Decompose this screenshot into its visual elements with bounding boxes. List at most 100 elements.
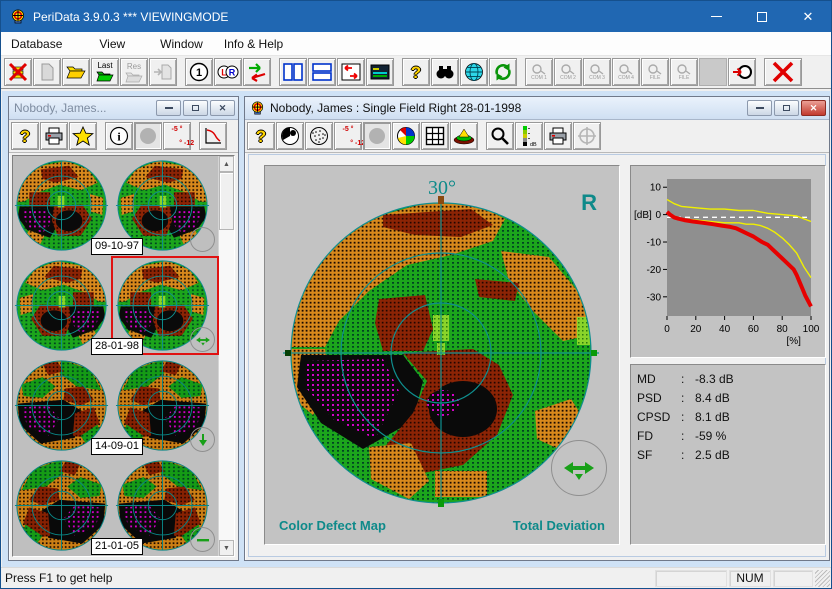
field-values-button[interactable]: -5 ° ° -12 [334,122,362,150]
menu-info-help[interactable]: Info & Help [213,34,294,54]
star-icon [72,126,94,146]
fixation-button-disabled[interactable] [573,122,601,150]
import-button-disabled[interactable] [149,58,177,86]
stat-sep: : [681,446,695,465]
resize-grip[interactable] [815,570,830,587]
com-device-icon [560,64,576,75]
web-button[interactable] [460,58,488,86]
application-window: PeriData 3.9.0.3 *** VIEWINGMODE ✕ Datab… [0,0,832,589]
exam-date-label: 28-01-98 [91,338,143,355]
exit-button[interactable] [764,58,802,86]
single-field-minimize-button[interactable] [747,100,772,116]
overview-help-button[interactable]: ? [11,122,39,150]
overview-titlebar[interactable]: Nobody, James... ✕ [9,97,238,120]
res-label: Res [127,63,141,71]
svg-text:[dB]: [dB] [634,210,652,221]
scroll-thumb[interactable] [219,172,234,230]
hill-3d-icon [453,127,475,145]
scroll-down-button[interactable]: ▼ [219,540,234,556]
left-right-button[interactable]: L R [214,58,242,86]
grayscale-map-button[interactable] [276,122,304,150]
switch-eye-button[interactable] [243,58,271,86]
exam-date-label: 21-01-05 [91,538,143,555]
graymap2-button[interactable] [363,122,391,150]
search-button[interactable] [431,58,459,86]
menu-view[interactable]: View [88,34,149,54]
open-button[interactable] [62,58,90,86]
com1-button-disabled[interactable]: COM 1 [525,58,553,86]
scroll-track[interactable] [219,230,234,540]
svg-text:-30: -30 [647,292,662,303]
overview-scrollbar[interactable]: ▲ ▼ [218,156,234,556]
grid-view-button[interactable] [421,122,449,150]
svg-text:80: 80 [777,324,789,335]
scale-button[interactable]: dB [515,122,543,150]
app-toolbar: Last Res 1 [1,55,831,89]
file-export-button-disabled[interactable]: FILE [670,58,698,86]
com3-button-disabled[interactable]: COM 3 [583,58,611,86]
zoom-button[interactable] [486,122,514,150]
dot-map-button[interactable] [305,122,333,150]
open-result-button-disabled[interactable]: Res [120,58,148,86]
stat-value: 2.5 dB [695,446,730,465]
tile-horizontal-button[interactable] [308,58,336,86]
overview-minimize-button[interactable] [156,100,181,116]
open-last-button[interactable]: Last [91,58,119,86]
gray-circle-icon [367,126,387,146]
overview-values-button[interactable]: -5 ° ° -12 [163,122,191,150]
overview-print-button[interactable] [40,122,68,150]
overview-close-button[interactable]: ✕ [210,100,235,116]
com4-label: COM 4 [618,76,634,81]
hill-of-vision-button[interactable] [450,122,478,150]
scroll-up-button[interactable]: ▲ [219,156,234,172]
help-icon: ? [411,64,421,81]
overview-graymap-button[interactable] [134,122,162,150]
left-right-icon: L R [217,63,239,81]
app-minimize-button[interactable] [693,1,739,32]
field-map-panel: 30° R [264,165,620,545]
app-maximize-button[interactable] [739,1,785,32]
tile-vertical-button[interactable] [279,58,307,86]
blank-button[interactable] [699,58,727,86]
field-print-button[interactable] [544,122,572,150]
com4-button-disabled[interactable]: COM 4 [612,58,640,86]
new-record-button-disabled[interactable] [33,58,61,86]
single-field-restore-button[interactable] [774,100,799,116]
single-field-button[interactable]: 1 [185,58,213,86]
cascade-windows-button[interactable] [337,58,365,86]
overview-info-button[interactable]: i [105,122,133,150]
app-close-button[interactable]: ✕ [785,1,831,32]
app-title: PeriData 3.9.0.3 *** VIEWINGMODE [33,10,693,24]
field-help-button[interactable]: ? [247,122,275,150]
close-database-button[interactable] [4,58,32,86]
overview-restore-button[interactable] [183,100,208,116]
overview-toolbar: ? [9,120,238,153]
stat-cpsd: CPSD : 8.1 dB [637,408,825,427]
svg-text:20: 20 [690,324,702,335]
status-window-icon [370,64,390,80]
svg-text:0: 0 [655,210,661,221]
status-window-button[interactable] [366,58,394,86]
tile-vertical-icon [283,63,303,81]
single-field-body: 30° R [248,154,826,557]
file-device-icon [647,64,663,75]
overview-favorite-button[interactable] [69,122,97,150]
device-login-button[interactable] [728,58,756,86]
single-field-titlebar[interactable]: Nobody, James : Single Field Right 28-01… [245,97,829,120]
values-bottom: ° -12 [179,140,194,147]
row-indicator [190,227,215,252]
app-icon [10,9,26,25]
menu-window[interactable]: Window [149,34,213,54]
file-import-button-disabled[interactable]: FILE [641,58,669,86]
single-field-close-button[interactable]: ✕ [801,100,826,116]
color-map-button[interactable] [392,122,420,150]
stat-psd: PSD : 8.4 dB [637,389,825,408]
menu-database[interactable]: Database [1,34,88,54]
com2-button-disabled[interactable]: COM 2 [554,58,582,86]
svg-text:0: 0 [664,324,670,335]
status-num-indicator: NUM [729,570,771,587]
menubar: Database View Window Info & Help [1,32,831,55]
help-button[interactable]: ? [402,58,430,86]
overview-curve-button[interactable] [199,122,227,150]
refresh-button[interactable] [489,58,517,86]
